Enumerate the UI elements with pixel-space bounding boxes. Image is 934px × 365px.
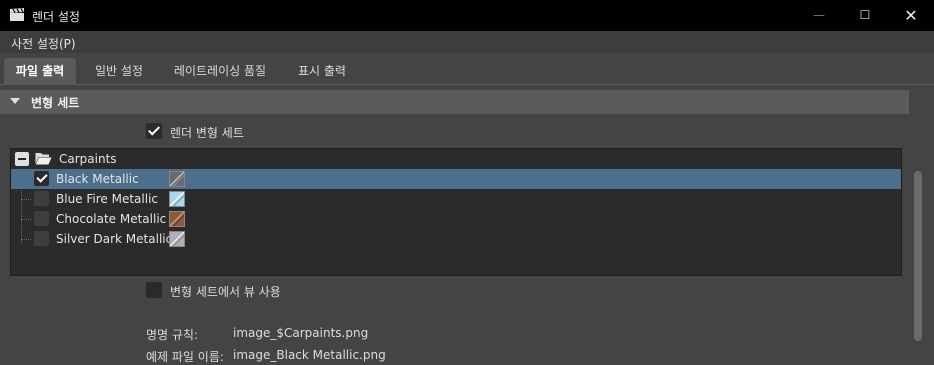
clapperboard-icon [10, 8, 24, 21]
naming-rule-label: 명명 규칙: [146, 328, 199, 342]
render-variant-set-label: 렌더 변형 세트 [170, 126, 244, 140]
material-swatch-icon [169, 231, 185, 247]
example-filename-value: image_Black Metallic.png [233, 348, 386, 362]
item-label: Chocolate Metallic [56, 212, 167, 226]
section-header-variant-sets[interactable]: 변형 세트 [0, 90, 909, 114]
material-swatch-icon [169, 171, 185, 187]
maximize-button[interactable]: ☐ [842, 0, 888, 31]
tab-display-output[interactable]: 표시 출력 [288, 58, 356, 84]
tree-root-row[interactable]: Carpaints [11, 149, 901, 169]
scrollbar-thumb[interactable] [914, 171, 922, 341]
example-filename-label: 예제 파일 이름: [146, 350, 224, 364]
menu-presets[interactable]: 사전 설정(P) [11, 35, 76, 52]
tab-general-settings[interactable]: 일반 설정 [86, 58, 152, 84]
maximize-icon: ☐ [859, 8, 871, 22]
close-icon: ✕ [904, 6, 918, 25]
item-checkbox[interactable] [34, 171, 49, 186]
material-swatch-icon [169, 191, 185, 207]
item-checkbox[interactable] [34, 191, 49, 206]
collapse-icon[interactable] [15, 152, 29, 166]
item-label: Silver Dark Metallic [56, 232, 173, 246]
tree-item[interactable]: Silver Dark Metallic [11, 229, 901, 249]
item-checkbox[interactable] [34, 231, 49, 246]
use-view-checkbox[interactable] [146, 282, 162, 298]
material-swatch-icon [169, 211, 185, 227]
tree-item[interactable]: Blue Fire Metallic [11, 189, 901, 209]
folder-open-icon [35, 153, 52, 165]
naming-rule-value: image_$Carpaints.png [233, 326, 369, 340]
tab-divider [0, 84, 934, 85]
minimize-icon: — [813, 8, 825, 22]
tab-raytracing-quality[interactable]: 레이트레이싱 품질 [164, 58, 276, 84]
item-label: Blue Fire Metallic [56, 192, 158, 206]
tab-bar: 파일 출력 일반 설정 레이트레이싱 품질 표시 출력 [0, 58, 934, 84]
section-title: 변형 세트 [31, 96, 80, 110]
title-bar: 렌더 설정 — ☐ ✕ [0, 0, 934, 31]
variant-tree[interactable]: Carpaints Black Metallic Blue Fire Metal… [10, 148, 902, 276]
menu-bar: 사전 설정(P) [0, 31, 934, 53]
close-button[interactable]: ✕ [888, 0, 934, 31]
tab-file-output[interactable]: 파일 출력 [4, 58, 76, 84]
minimize-button[interactable]: — [796, 0, 842, 31]
window-title: 렌더 설정 [32, 10, 80, 24]
item-label: Black Metallic [56, 172, 139, 186]
tree-item[interactable]: Chocolate Metallic [11, 209, 901, 229]
render-variant-set-checkbox[interactable] [146, 123, 162, 139]
expand-arrow-icon [10, 98, 20, 104]
use-view-label: 변형 세트에서 뷰 사용 [170, 285, 281, 299]
vertical-scrollbar[interactable] [910, 85, 934, 364]
tree-root-label: Carpaints [59, 152, 117, 166]
item-checkbox[interactable] [34, 211, 49, 226]
tree-item[interactable]: Black Metallic [11, 169, 901, 189]
